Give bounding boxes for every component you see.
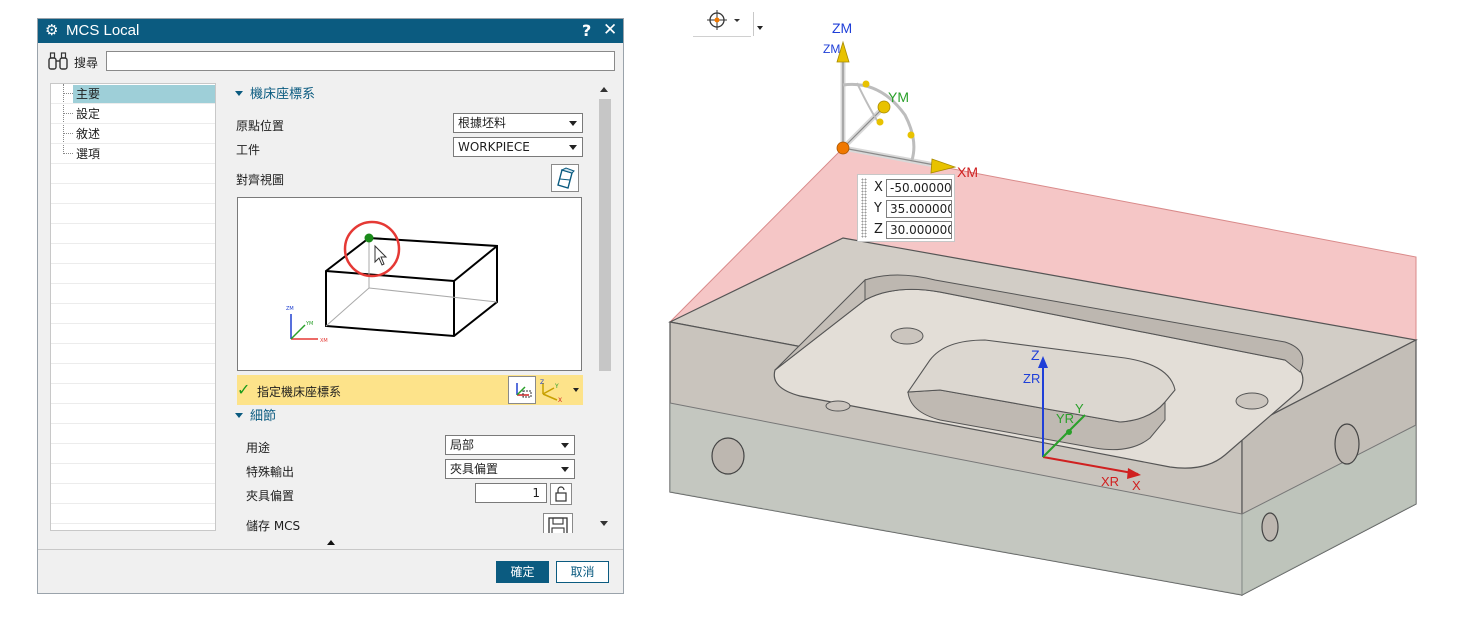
wcs-z-label: Z <box>1031 347 1040 363</box>
drag-grip[interactable] <box>861 178 867 238</box>
mcs-y-label: YM <box>888 89 909 105</box>
graphics-viewport[interactable]: Z ZR Y YR X XR ZM ZM YM XM <box>0 0 1460 624</box>
mcs-x-label: XM <box>957 164 978 180</box>
coord-y-input[interactable]: 35.000000 <box>886 200 952 218</box>
wcs-x-label: X <box>1132 478 1141 493</box>
coord-z-label: Z <box>874 222 883 237</box>
wcs-zr-label: ZR <box>1023 371 1040 386</box>
wcs-xr-label: XR <box>1101 474 1119 489</box>
wcs-y-label: Y <box>1075 401 1084 416</box>
mcs-z-label: ZM <box>832 20 852 36</box>
mcs-z-small-label: ZM <box>823 42 840 56</box>
coord-x-input[interactable]: -50.00000 <box>886 179 952 197</box>
coord-y-label: Y <box>874 201 882 216</box>
coordinate-input-box: X -50.00000 Y 35.000000 Z 30.000000 <box>857 174 955 242</box>
mcs-origin-handle[interactable] <box>836 141 850 155</box>
coord-z-input[interactable]: 30.000000 <box>886 221 952 239</box>
wcs-yr-label: YR <box>1056 411 1074 426</box>
coord-x-label: X <box>874 180 883 195</box>
